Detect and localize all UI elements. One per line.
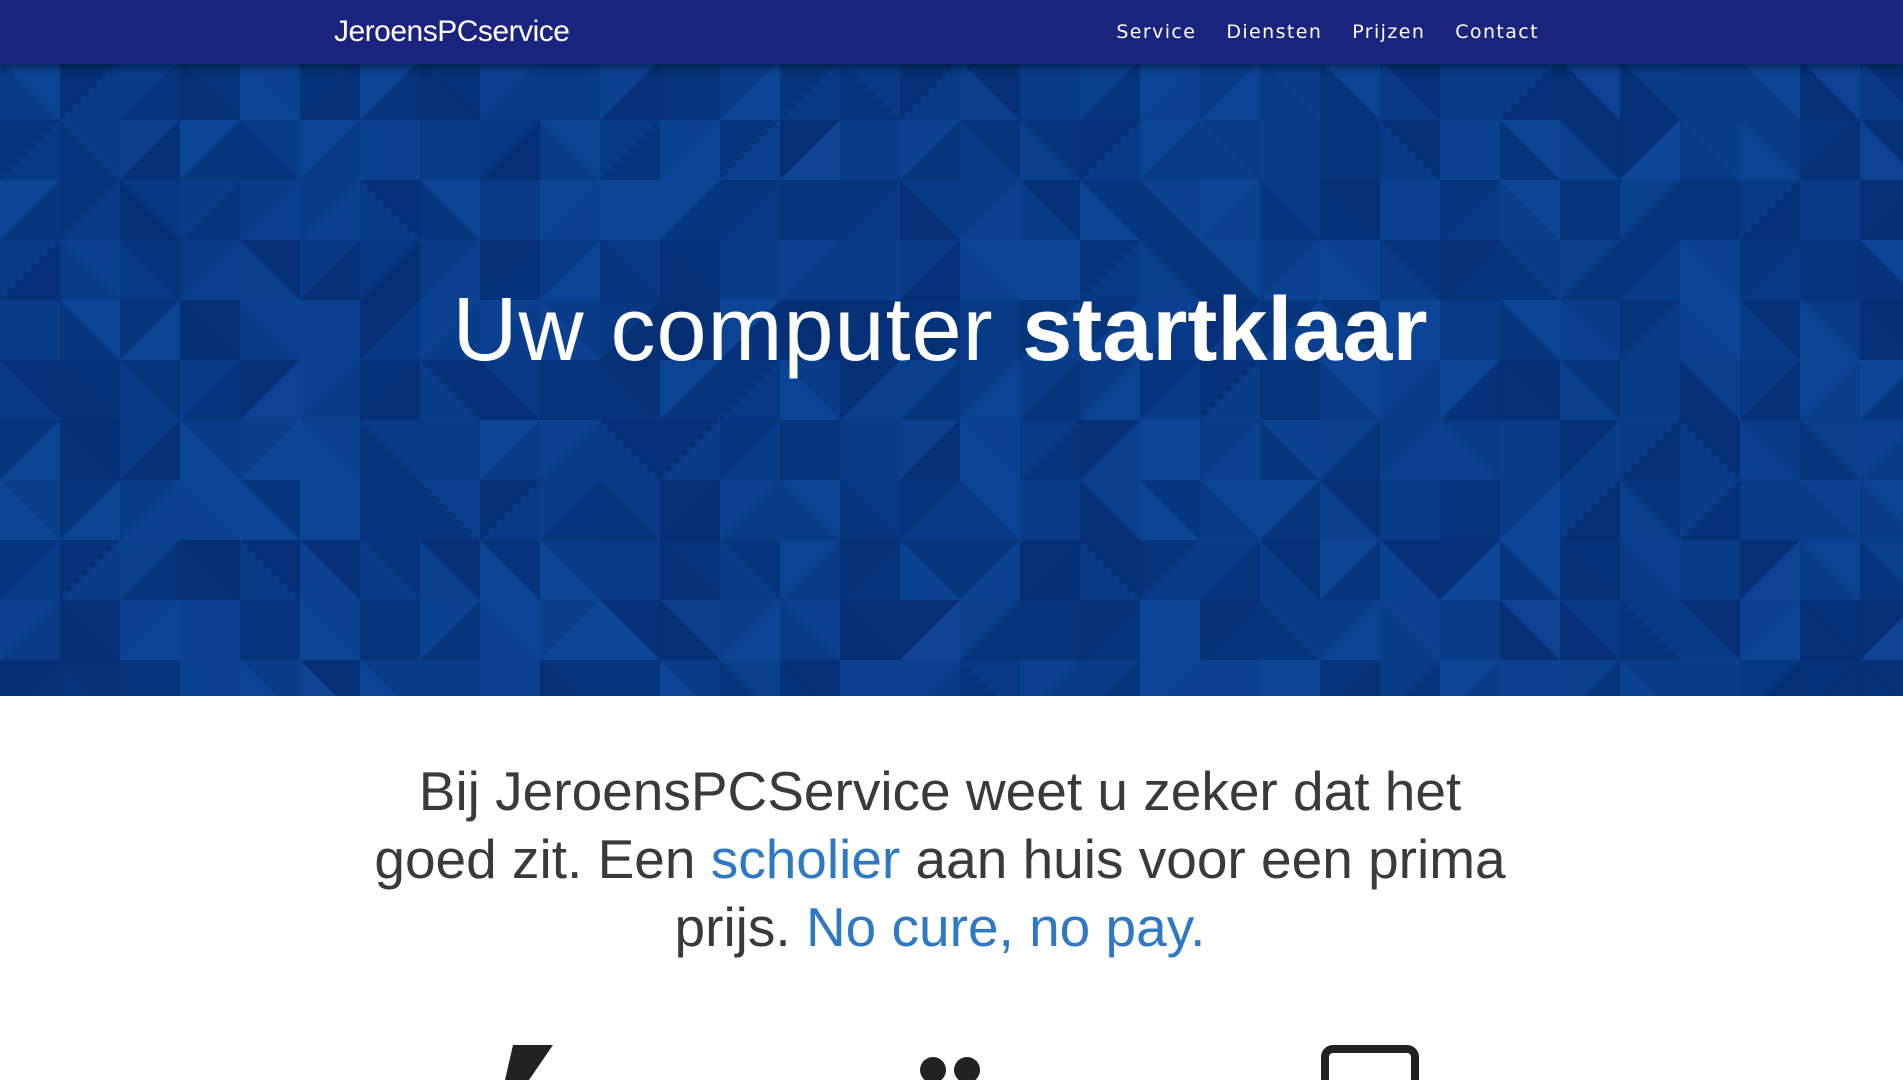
hero-title-bold: startklaar bbox=[1022, 280, 1428, 380]
bolt-icon bbox=[505, 1045, 553, 1080]
nav-links: Service Diensten Prijzen Contact bbox=[1101, 0, 1554, 64]
intro-text: Bij JeroensPCService weet u zeker dat he… bbox=[360, 757, 1520, 961]
laptop-icon bbox=[1321, 1045, 1419, 1080]
users-icon bbox=[920, 1057, 980, 1080]
hero-section: Uw computer startklaar bbox=[0, 0, 1903, 696]
brand-logo-link[interactable]: JeroensPCservice bbox=[334, 14, 570, 50]
intro-highlight-no-cure: No cure, no pay. bbox=[805, 896, 1206, 958]
hero-title: Uw computer startklaar bbox=[0, 275, 1880, 385]
intro-highlight-scholier: scholier bbox=[710, 828, 901, 890]
nav-link-prijzen[interactable]: Prijzen bbox=[1337, 21, 1440, 43]
hero-title-light: Uw computer bbox=[452, 280, 994, 380]
nav-link-service[interactable]: Service bbox=[1101, 21, 1211, 43]
nav-link-contact[interactable]: Contact bbox=[1440, 21, 1554, 43]
navbar: JeroensPCservice Service Diensten Prijze… bbox=[0, 0, 1903, 64]
nav-link-diensten[interactable]: Diensten bbox=[1211, 21, 1337, 43]
